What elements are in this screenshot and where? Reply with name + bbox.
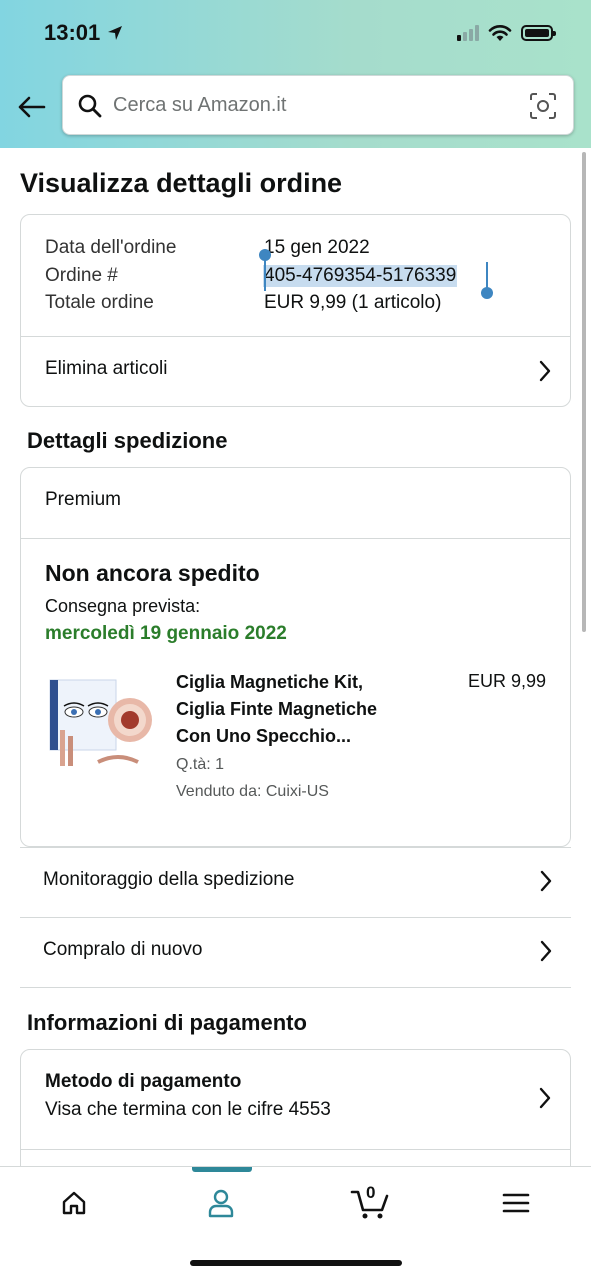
shipment-status: Non ancora spedito — [45, 560, 260, 586]
user-icon — [208, 1189, 234, 1218]
chevron-right-icon — [539, 1087, 551, 1109]
top-header: 13:01 — [0, 0, 591, 148]
chevron-right-icon — [540, 870, 552, 892]
tab-home[interactable] — [54, 1183, 94, 1223]
buy-again-label: Compralo di nuovo — [43, 939, 203, 960]
product-title-line: Con Uno Specchio... — [176, 726, 352, 746]
status-time: 13:01 — [44, 20, 124, 46]
scrollbar[interactable] — [582, 152, 586, 632]
order-summary-card: Data dell'ordine 15 gen 2022 Ordine # 40… — [20, 214, 571, 407]
camera-scan-icon[interactable] — [529, 92, 557, 120]
selection-end-line — [486, 262, 488, 288]
home-icon — [62, 1191, 86, 1215]
search-bar[interactable] — [62, 75, 574, 135]
payment-method-value: Visa che termina con le cifre 4553 — [45, 1099, 331, 1120]
order-date-label: Data dell'ordine — [45, 237, 177, 258]
delivery-label: Consegna prevista: — [45, 596, 201, 616]
selection-start-line — [264, 255, 266, 291]
product-image[interactable] — [48, 672, 156, 772]
search-input[interactable] — [113, 90, 513, 120]
active-tab-indicator — [192, 1167, 252, 1172]
track-shipment-label: Monitoraggio della spedizione — [43, 869, 295, 890]
track-shipment-row[interactable]: Monitoraggio della spedizione — [20, 847, 571, 917]
clock: 13:01 — [44, 20, 101, 45]
order-number-value[interactable]: 405-4769354-5176339 — [263, 265, 458, 287]
shipping-method: Premium — [45, 489, 122, 510]
home-indicator — [190, 1260, 402, 1266]
tab-account[interactable] — [201, 1183, 241, 1223]
product-seller: Venduto da: Cuixi-US — [176, 783, 329, 800]
product-quantity: Q.tà: 1 — [176, 756, 225, 773]
product-title[interactable]: Ciglia Magnetiche Kit, Ciglia Finte Magn… — [176, 669, 377, 750]
wifi-icon — [488, 25, 512, 41]
tab-cart[interactable]: 0 — [348, 1183, 392, 1223]
delivery-date: mercoledì 19 gennaio 2022 — [45, 623, 287, 644]
selection-end-handle[interactable] — [481, 287, 493, 299]
back-arrow-icon — [18, 96, 46, 118]
payment-heading: Informazioni di pagamento — [27, 1010, 307, 1035]
signal-icon — [457, 25, 479, 41]
order-number-label: Ordine # — [45, 265, 118, 286]
shipping-card: Premium Non ancora spedito Consegna prev… — [20, 467, 571, 847]
location-arrow-icon — [108, 26, 123, 40]
order-date-value: 15 gen 2022 — [264, 237, 370, 258]
product-title-line: Ciglia Magnetiche Kit, — [176, 672, 364, 692]
battery-icon — [521, 25, 556, 41]
buy-again-row[interactable]: Compralo di nuovo — [20, 917, 571, 987]
delete-items-row[interactable]: Elimina articoli — [21, 336, 570, 407]
status-icons — [457, 24, 556, 42]
divider — [20, 987, 571, 988]
chevron-right-icon — [540, 940, 552, 962]
tab-menu[interactable] — [496, 1183, 536, 1223]
product-title-line: Ciglia Finte Magnetiche — [176, 699, 378, 719]
product-price: EUR 9,99 — [467, 671, 546, 691]
order-total-value: EUR 9,99 (1 articolo) — [264, 292, 442, 313]
back-button[interactable] — [14, 90, 48, 124]
search-icon — [78, 94, 102, 118]
cart-count-badge: 0 — [366, 1183, 376, 1202]
delete-items-label: Elimina articoli — [45, 358, 168, 379]
menu-icon — [502, 1193, 530, 1213]
shipping-heading: Dettagli spedizione — [27, 428, 228, 453]
order-total-label: Totale ordine — [45, 292, 154, 313]
payment-method-label: Metodo di pagamento — [45, 1071, 242, 1092]
chevron-right-icon — [539, 360, 551, 382]
page-title: Visualizza dettagli ordine — [20, 168, 343, 198]
